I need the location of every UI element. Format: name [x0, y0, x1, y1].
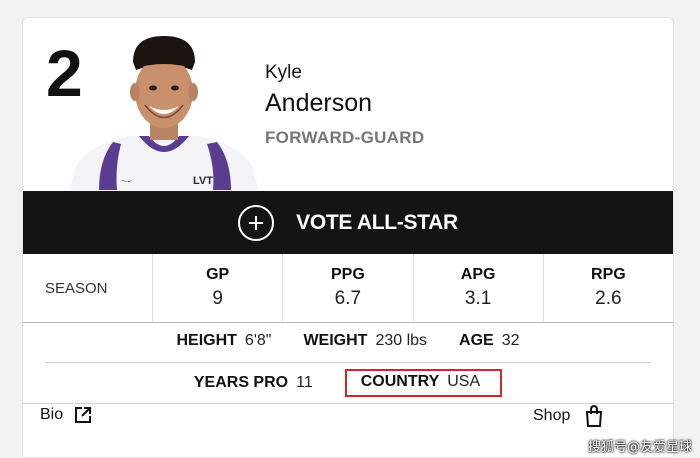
jersey-logo-text: LVT [193, 175, 213, 187]
bio-label: Bio [40, 406, 64, 423]
external-link-icon [75, 407, 92, 423]
country-value: USA [447, 373, 481, 390]
age-label: AGE [459, 332, 494, 349]
height-info: HEIGHT 6'8" [176, 332, 271, 350]
shop-label: Shop [533, 407, 571, 424]
years-pro-value: 11 [296, 374, 313, 391]
age-info: AGE 32 [459, 332, 519, 350]
player-last-name: Anderson [265, 89, 373, 117]
height-value: 6'8" [244, 332, 272, 349]
season-label: SEASON [45, 279, 108, 297]
player-headshot: LVT [69, 36, 259, 190]
player-first-name: Kyle [265, 62, 302, 83]
stat-apg-label: APG [460, 266, 496, 283]
years-pro-info: YEARS PRO 11 [194, 374, 313, 392]
country-label: COUNTRY [360, 373, 440, 390]
stat-gp: GP 9 [153, 254, 284, 322]
stat-ppg-value: 6.7 [334, 288, 362, 309]
season-stats: SEASON GP 9 PPG 6.7 APG 3.1 RPG 2.6 [23, 254, 673, 322]
weight-info: WEIGHT 230 lbs [303, 332, 427, 350]
season-header-cell: SEASON [23, 254, 153, 322]
stat-gp-value: 9 [212, 288, 223, 309]
plus-circle-icon [238, 204, 275, 241]
bio-link[interactable]: Bio [40, 405, 93, 425]
height-label: HEIGHT [176, 332, 237, 349]
years-pro-label: YEARS PRO [193, 374, 289, 391]
stat-apg-value: 3.1 [464, 288, 492, 309]
watermark-text: 搜狐号@友爱星球 [587, 440, 692, 455]
stat-rpg: RPG 2.6 [544, 254, 673, 322]
vote-all-star-label: VOTE ALL-STAR [296, 210, 458, 234]
player-position: FORWARD-GUARD [265, 128, 425, 147]
divider [23, 322, 673, 323]
stat-rpg-value: 2.6 [595, 288, 622, 309]
stat-gp-label: GP [206, 266, 230, 283]
physical-info-row: HEIGHT 6'8" WEIGHT 230 lbs AGE 32 [23, 328, 673, 354]
weight-label: WEIGHT [303, 332, 368, 349]
stat-ppg-label: PPG [330, 266, 365, 283]
age-value: 32 [501, 332, 520, 349]
career-info-row: YEARS PRO 11 COUNTRY USA [23, 368, 673, 398]
divider [23, 403, 673, 404]
vote-all-star-button[interactable]: VOTE ALL-STAR [23, 191, 673, 254]
weight-value: 230 lbs [375, 332, 428, 349]
shop-link[interactable]: Shop [533, 405, 604, 427]
stat-apg: APG 3.1 [414, 254, 544, 322]
divider [45, 362, 651, 363]
stat-rpg-label: RPG [591, 266, 626, 283]
player-card: 2 LVT Kyle Anderson FORWARD-GUARD VOTE A… [22, 17, 674, 458]
shopping-bag-icon [586, 405, 603, 427]
country-info-highlight: COUNTRY USA [344, 369, 503, 397]
stat-ppg: PPG 6.7 [283, 254, 414, 322]
